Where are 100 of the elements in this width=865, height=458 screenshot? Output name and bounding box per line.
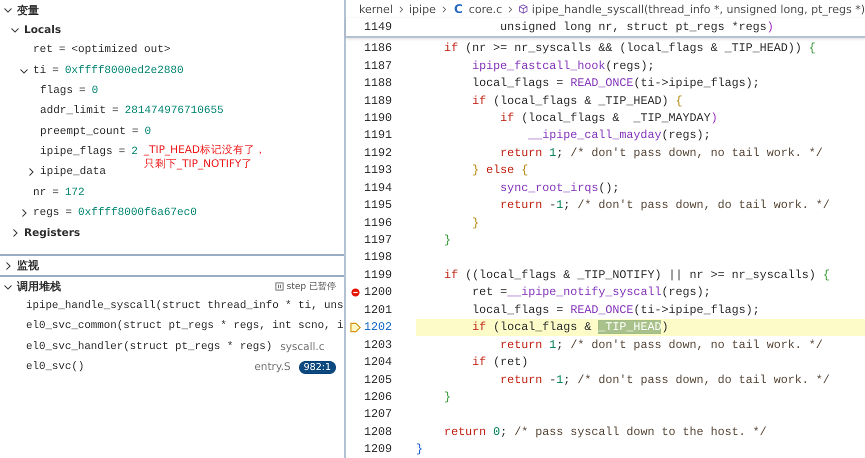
line-number: 1205 (364, 372, 392, 387)
section-title[interactable]: 监视 (17, 258, 39, 273)
line-badge: 982:1 (298, 360, 336, 374)
code-line: local_flags = READ_ONCE(ti->ipipe_flags); (471, 302, 761, 318)
code-line: return -1; /* don't pass down, do tail work. */ (499, 372, 831, 388)
line-number: 1196 (364, 216, 392, 230)
stack-frame[interactable]: el0_svc() (26, 361, 84, 374)
code-line: if (ret) (471, 354, 530, 371)
variable-value: 0 (144, 126, 152, 138)
code-line: return 1; /* don't pass down, no tail work. */ (499, 336, 824, 354)
equals-sign: = (132, 126, 138, 138)
code-line: if (local_flags & _TIP_HEAD) { (471, 92, 684, 110)
variable-value: 172 (64, 186, 85, 199)
stack-frame[interactable]: ipipe_handle_syscall(struct thread_info * ti, uns (26, 300, 344, 312)
variable-value: <optimized out> (71, 44, 170, 56)
stack-frame[interactable]: el0_svc_handler(struct pt_regs * regs) (26, 340, 272, 353)
breadcrumb-item[interactable]: core.c (468, 2, 502, 16)
code-line: } (443, 232, 452, 249)
annotation-note: _TIP_HEAD标记没有了， 只剩下_TIP_NOTIFY了 (144, 142, 266, 171)
sticky-code-line: unsigned long nr, struct pt_regs *regs) (499, 18, 775, 36)
line-number: 1202 (364, 320, 392, 334)
equals-sign: = (58, 44, 66, 56)
code-line: return 0; /* pass syscall down to the host. */ (443, 424, 768, 441)
line-number: 1190 (364, 110, 392, 125)
breadcrumb-item[interactable]: ipipe_handle_syscall(thread_info *, unsigned long, pt_regs *) (532, 2, 865, 16)
scope-label[interactable]: Locals (24, 24, 62, 36)
variable-name: preempt_count (40, 126, 126, 138)
line-number: 1197 (364, 233, 392, 248)
chevron-down-icon[interactable] (10, 25, 20, 36)
line-number: 1199 (364, 268, 392, 282)
line-number: 1194 (364, 180, 392, 195)
section-title[interactable]: 调用堆栈 (17, 279, 61, 294)
chevron-right-icon (507, 4, 514, 14)
line-number: 1208 (364, 424, 392, 439)
line-number: 1149 (364, 20, 392, 34)
code-line: __ipipe_call_mayday(regs); (527, 127, 712, 144)
line-number: 1203 (364, 338, 392, 352)
line-number: 1191 (364, 128, 392, 142)
equals-sign: = (79, 85, 86, 98)
equals-sign: = (52, 64, 59, 77)
breakpoint-icon[interactable] (350, 288, 360, 297)
chevron-down-icon[interactable] (3, 5, 13, 15)
variable-value: 281474976710655 (124, 105, 224, 118)
breadcrumb-item[interactable]: ipipe (409, 2, 436, 16)
variable-name: ipipe_flags (40, 146, 113, 158)
code-line: ipipe_fastcall_hook(regs); (471, 58, 656, 74)
variable-name: ret (33, 44, 53, 56)
c-file-icon: C (454, 2, 463, 16)
line-number: 1200 (364, 285, 392, 300)
code-line: } (471, 214, 480, 232)
variable-value: 0xffff8000ed2e2880 (64, 64, 184, 77)
section-title[interactable]: 变量 (17, 2, 39, 18)
chevron-right-icon[interactable] (10, 228, 20, 238)
frame-file: entry.S (254, 361, 291, 374)
code-line: ret =__ipipe_notify_syscall(regs); (471, 284, 712, 302)
variable-value: 2 (131, 146, 138, 158)
stack-frame[interactable]: el0_svc_common(struct pt_regs * regs, int scno, i (26, 320, 344, 332)
line-number: 1193 (364, 163, 392, 178)
frame-file: syscall.c (280, 340, 325, 353)
pause-icon (274, 282, 284, 291)
thread-status: step 已暂停 (286, 280, 336, 293)
code-line: } else { (471, 162, 530, 179)
scope-label[interactable]: Registers (24, 227, 80, 240)
code-line: } (443, 388, 452, 406)
code-line: return -1; /* don't pass down, do tail work. */ (499, 197, 831, 214)
line-number: 1192 (364, 146, 392, 160)
code-line: local_flags = READ_ONCE(ti->ipipe_flags); (471, 75, 761, 92)
breadcrumb-item[interactable]: kernel (359, 2, 393, 16)
equals-sign: = (112, 105, 119, 118)
line-number: 1207 (364, 407, 392, 422)
line-number: 1201 (364, 302, 392, 317)
equals-sign: = (52, 186, 59, 199)
variable-value: 0xffff8000f6a67ec0 (78, 206, 197, 219)
variable-name: addr_limit (40, 105, 106, 118)
code-line: sync_root_irqs(); (499, 180, 620, 196)
variable-name: flags (40, 85, 74, 98)
variable-name: ipipe_data (40, 166, 106, 178)
chevron-right-icon[interactable] (19, 208, 29, 218)
variable-name: ti (33, 64, 46, 77)
equals-sign: = (118, 146, 126, 158)
chevron-right-icon[interactable] (26, 167, 36, 178)
code-line: if (nr >= nr_syscalls && (local_flags & _TIP_HEAD)) { (443, 40, 817, 57)
line-number: 1189 (364, 94, 392, 108)
line-number: 1186 (364, 41, 392, 56)
variable-name: regs (33, 206, 60, 219)
cube-icon (518, 3, 529, 16)
code-line: return 1; /* don't pass down, no tail work. */ (499, 144, 824, 162)
line-number: 1198 (364, 250, 392, 264)
code-line: if ((local_flags & _TIP_NOTIFY) || nr >= nr_syscalls) { (443, 266, 831, 284)
line-number: 1195 (364, 198, 392, 212)
code-line: } (416, 441, 424, 458)
chevron-right-icon (440, 4, 447, 14)
line-number: 1209 (364, 442, 392, 456)
chevron-right-icon[interactable] (3, 260, 13, 270)
variable-name: nr (33, 186, 46, 199)
equals-sign: = (65, 206, 72, 219)
line-number: 1187 (364, 58, 392, 73)
line-number: 1206 (364, 390, 392, 404)
line-number: 1204 (364, 355, 392, 370)
chevron-right-icon (398, 4, 404, 14)
